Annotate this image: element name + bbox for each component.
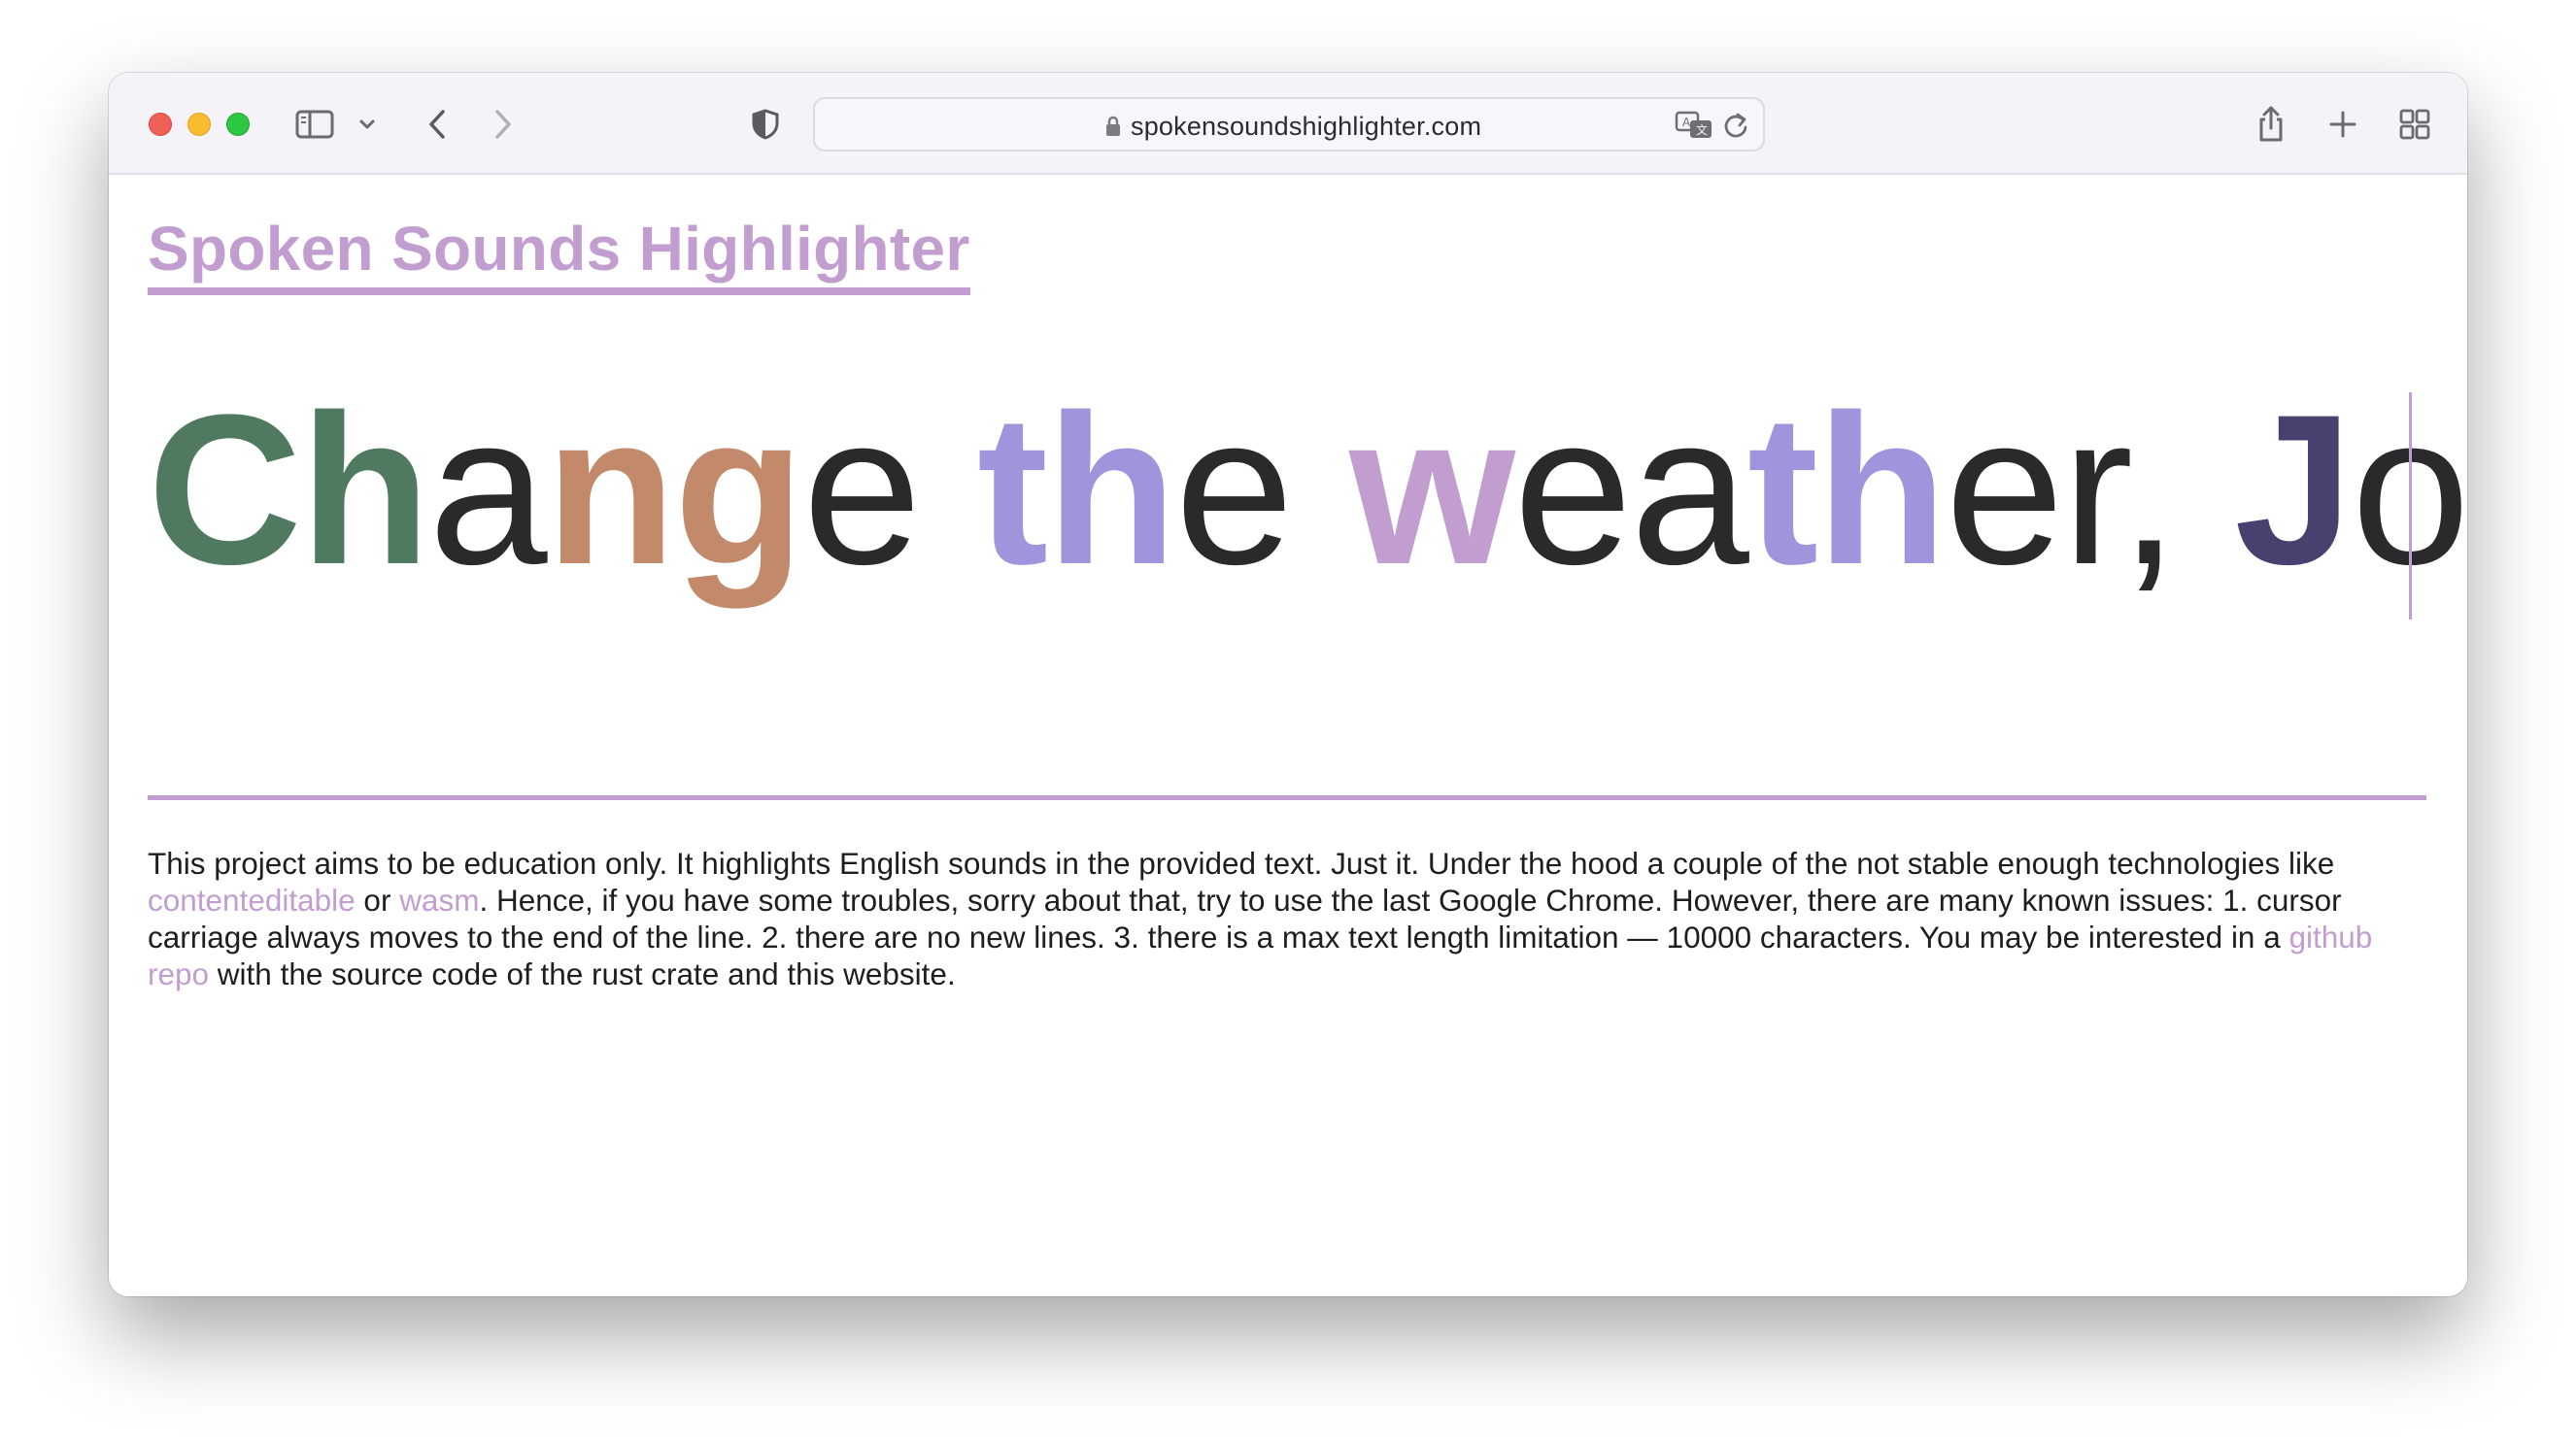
plain-text-segment: er, <box>1945 370 2235 609</box>
plain-text-segment: a <box>428 370 547 609</box>
highlighted-sound-segment: ng <box>545 370 805 609</box>
description-text: with the source code of the rust crate a… <box>209 956 956 991</box>
wasm-link[interactable]: wasm <box>399 883 479 918</box>
svg-text:文: 文 <box>1696 122 1708 137</box>
back-arrow-icon[interactable] <box>418 100 457 149</box>
privacy-shield-icon[interactable] <box>746 100 785 149</box>
minimize-window-button[interactable] <box>187 113 211 136</box>
highlighted-sound-segment: w <box>1349 370 1515 609</box>
highlighted-sound-segment: J <box>2234 370 2353 609</box>
new-tab-plus-icon[interactable] <box>2322 100 2364 149</box>
description-text: or <box>355 883 400 918</box>
highlighted-sound-segment: Ch <box>148 370 430 609</box>
share-icon[interactable] <box>2250 100 2292 149</box>
chevron-down-icon[interactable] <box>356 100 379 149</box>
highlighted-sound-segment: th <box>976 370 1177 609</box>
highlighted-sound-segment: th <box>1746 370 1948 609</box>
url-text: spokensoundshighlighter.com <box>1131 112 1482 141</box>
reload-icon[interactable] <box>1722 111 1749 145</box>
zoom-window-button[interactable] <box>226 113 250 136</box>
contenteditable-link[interactable]: contenteditable <box>148 883 356 918</box>
close-window-button[interactable] <box>149 113 172 136</box>
description-paragraph: This project aims to be education only. … <box>148 845 2426 992</box>
tab-overview-icon[interactable] <box>2393 100 2436 149</box>
plain-text-segment: e <box>1174 370 1350 609</box>
browser-toolbar: spokensoundshighlighter.com A文 <box>109 73 2467 175</box>
address-bar[interactable]: spokensoundshighlighter.com A文 <box>813 97 1765 151</box>
divider <box>148 795 2426 800</box>
site-title-link[interactable]: Spoken Sounds Highlighter <box>148 214 970 295</box>
browser-window: spokensoundshighlighter.com A文 Spoken So… <box>109 73 2467 1296</box>
plain-text-segment: e <box>802 370 977 609</box>
svg-text:A: A <box>1682 116 1691 129</box>
sidebar-toggle-icon[interactable] <box>293 100 336 149</box>
text-editor[interactable]: Change the weather, John! <box>148 383 2467 596</box>
text-caret <box>2409 392 2412 620</box>
description-text: This project aims to be education only. … <box>148 846 2335 881</box>
forward-arrow-icon[interactable] <box>484 100 523 149</box>
translate-icon[interactable]: A文 <box>1675 110 1713 146</box>
lock-icon <box>1104 115 1122 143</box>
plain-text-segment: ea <box>1513 370 1749 609</box>
page-content: Spoken Sounds Highlighter Change the wea… <box>109 177 2467 1296</box>
